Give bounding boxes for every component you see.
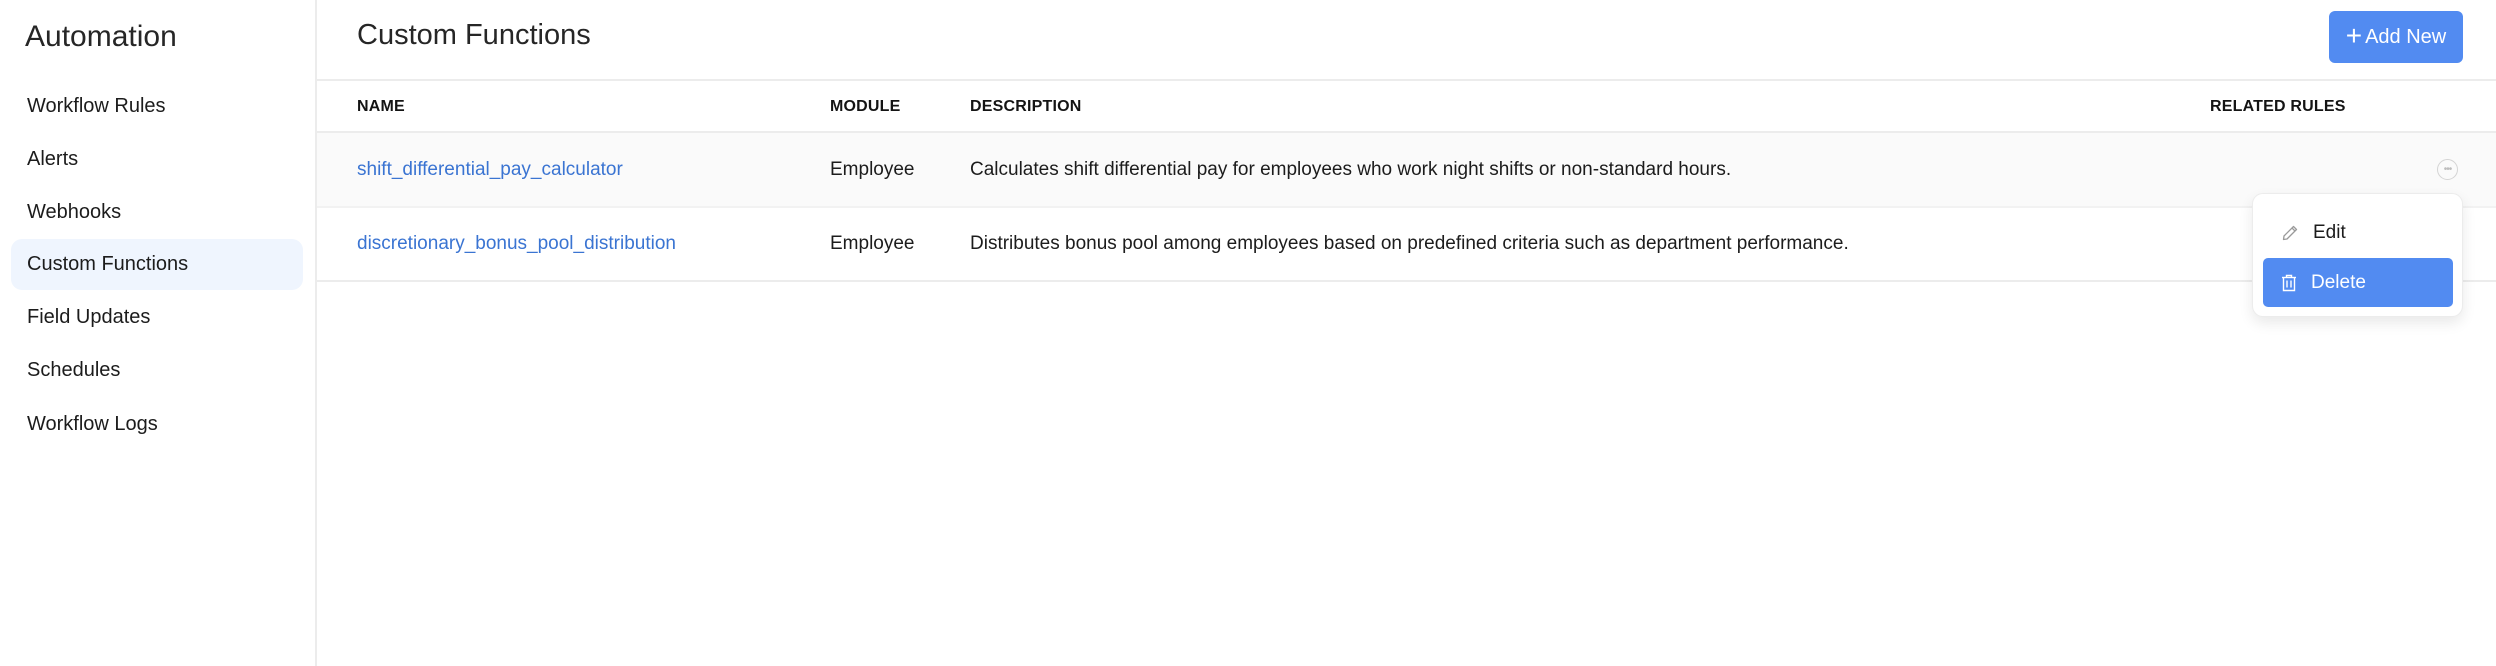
description-cell: Distributes bonus pool among employees b… — [970, 233, 1849, 254]
column-header-name: NAME — [357, 97, 405, 115]
column-header-module: MODULE — [830, 97, 901, 115]
column-header-related-rules: RELATED RULES — [2210, 97, 2346, 115]
sidebar-item-alerts[interactable]: Alerts — [11, 134, 303, 185]
pencil-icon — [2282, 225, 2298, 240]
main-content: Custom Functions + Add New NAME MODULE D… — [317, 0, 2496, 666]
column-header-description: DESCRIPTION — [970, 97, 1082, 115]
row-actions-menu: Edit Delete — [2252, 193, 2463, 317]
menu-item-delete-label: Delete — [2311, 271, 2366, 293]
sidebar-item-webhooks[interactable]: Webhooks — [11, 187, 303, 238]
menu-item-delete[interactable]: Delete — [2263, 258, 2453, 307]
module-cell: Employee — [830, 159, 915, 180]
sidebar-item-schedules[interactable]: Schedules — [11, 345, 303, 396]
sidebar-item-workflow-rules[interactable]: Workflow Rules — [11, 81, 303, 132]
description-cell: Calculates shift differential pay for em… — [970, 159, 1732, 180]
trash-icon — [2282, 274, 2296, 291]
sidebar: Automation Workflow Rules Alerts Webhook… — [0, 0, 317, 666]
add-new-button[interactable]: + Add New — [2329, 11, 2463, 63]
module-cell: Employee — [830, 233, 915, 254]
menu-item-edit[interactable]: Edit — [2263, 208, 2453, 257]
page-title: Custom Functions — [357, 19, 591, 51]
menu-item-edit-label: Edit — [2313, 221, 2346, 243]
ellipsis-icon[interactable]: ••• — [2437, 159, 2458, 180]
function-name-link[interactable]: discretionary_bonus_pool_distribution — [357, 207, 676, 281]
sidebar-item-field-updates[interactable]: Field Updates — [11, 292, 303, 343]
table-row[interactable]: shift_differential_pay_calculator Employ… — [317, 133, 2496, 207]
sidebar-item-workflow-logs[interactable]: Workflow Logs — [11, 399, 303, 450]
sidebar-title: Automation — [25, 20, 177, 53]
table-header: NAME MODULE DESCRIPTION RELATED RULES — [317, 81, 2496, 132]
table-row[interactable]: discretionary_bonus_pool_distribution Em… — [317, 207, 2496, 281]
add-new-label: Add New — [2365, 25, 2447, 48]
table-bottom-divider — [317, 280, 2496, 282]
function-name-link[interactable]: shift_differential_pay_calculator — [357, 133, 623, 207]
sidebar-item-custom-functions[interactable]: Custom Functions — [11, 239, 303, 290]
plus-icon: + — [2345, 19, 2363, 51]
